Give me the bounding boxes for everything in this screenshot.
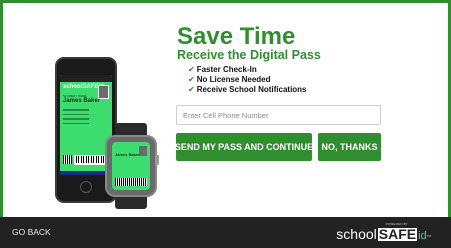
page-subtitle: Receive the Digital Pass xyxy=(177,48,321,62)
list-item: ✔ Receive School Notifications xyxy=(188,85,307,94)
checkmark-icon: ✔ xyxy=(188,65,195,74)
no-thanks-button[interactable]: NO, THANKS xyxy=(318,133,381,161)
schoolsafeid-logo: school SAFE idTM xyxy=(336,226,431,242)
pass-details xyxy=(63,109,107,127)
cell-phone-input[interactable] xyxy=(176,105,381,125)
page-title: Save Time xyxy=(177,23,296,50)
watch-barcode-icon xyxy=(115,178,147,186)
go-back-button[interactable]: GO BACK xyxy=(12,227,51,237)
qr-code-icon xyxy=(63,155,72,164)
send-pass-button[interactable]: SEND MY PASS AND CONTINUE xyxy=(175,133,313,161)
benefits-list: ✔ Faster Check-In ✔ No License Needed ✔ Rec… xyxy=(188,65,307,95)
checkmark-icon: ✔ xyxy=(188,85,195,94)
watch-screen: James Baker xyxy=(112,142,150,190)
list-item: ✔ Faster Check-In xyxy=(188,65,257,74)
home-button-icon xyxy=(80,181,92,193)
footer-bar: GO BACK POWERED BY school SAFE idTM xyxy=(0,217,451,248)
watch-mockup: James Baker xyxy=(103,123,161,209)
app-frame: schoolSAFEid STUDENT NAME James Baker Ja… xyxy=(0,0,451,248)
pass-holder-name: James Baker xyxy=(63,98,101,104)
watch-pass-name: James Baker xyxy=(115,152,140,157)
watch-pass-photo xyxy=(139,146,147,156)
device-illustration: schoolSAFEid STUDENT NAME James Baker Ja… xyxy=(43,49,183,209)
list-item: ✔ No License Needed xyxy=(188,75,271,84)
pass-photo xyxy=(98,85,109,99)
checkmark-icon: ✔ xyxy=(188,75,195,84)
